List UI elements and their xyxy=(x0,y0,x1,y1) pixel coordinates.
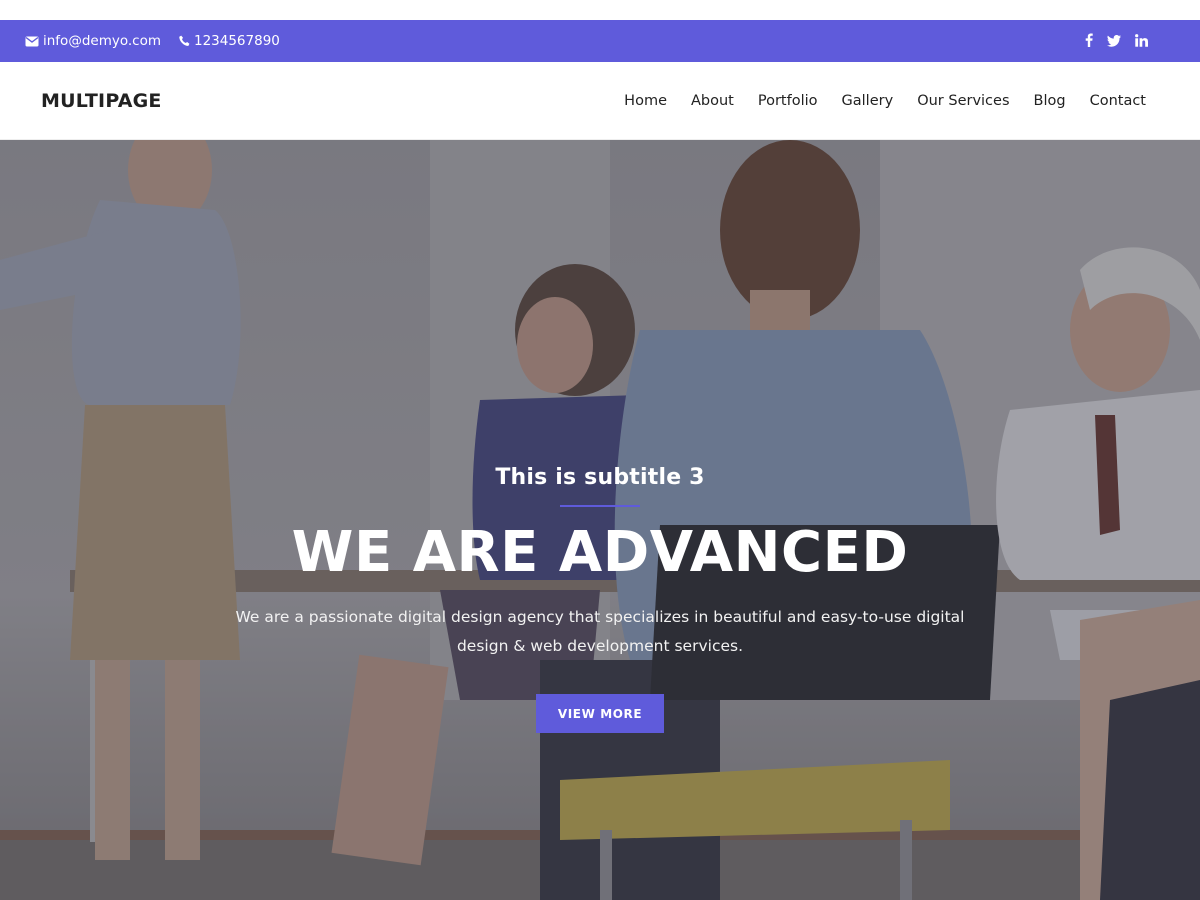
phone-text: 1234567890 xyxy=(193,33,280,49)
phone-link[interactable]: 1234567890 xyxy=(179,33,280,49)
facebook-link[interactable] xyxy=(1085,32,1093,51)
nav-item-about[interactable]: About xyxy=(691,93,734,109)
top-spacer xyxy=(0,0,1200,20)
linkedin-link[interactable] xyxy=(1135,32,1148,51)
nav-item-portfolio[interactable]: Portfolio xyxy=(758,93,818,109)
hero-subtitle: This is subtitle 3 xyxy=(495,465,705,490)
site-logo[interactable]: MULTIPAGE xyxy=(41,90,162,112)
envelope-icon xyxy=(25,36,39,47)
email-link[interactable]: info@demyo.com xyxy=(25,33,161,49)
email-text: info@demyo.com xyxy=(43,33,161,49)
contact-info: info@demyo.com 1234567890 xyxy=(25,33,280,49)
nav-item-gallery[interactable]: Gallery xyxy=(842,93,894,109)
twitter-icon xyxy=(1107,32,1121,51)
linkedin-icon xyxy=(1135,32,1148,51)
hero-divider xyxy=(560,505,640,507)
facebook-icon xyxy=(1085,32,1093,51)
nav-item-our-services[interactable]: Our Services xyxy=(917,93,1009,109)
top-contact-bar: info@demyo.com 1234567890 xyxy=(0,20,1200,62)
social-links xyxy=(1085,32,1148,51)
nav-item-contact[interactable]: Contact xyxy=(1090,93,1146,109)
nav-item-blog[interactable]: Blog xyxy=(1034,93,1066,109)
nav-item-home[interactable]: Home xyxy=(624,93,667,109)
main-navbar: MULTIPAGE Home About Portfolio Gallery O… xyxy=(0,62,1200,140)
hero-title: WE ARE ADVANCED xyxy=(291,520,909,585)
hero-description: We are a passionate digital design agenc… xyxy=(235,608,965,655)
hero-slider: This is subtitle 3 WE ARE ADVANCED We ar… xyxy=(0,140,1200,900)
main-nav: Home About Portfolio Gallery Our Service… xyxy=(624,93,1146,109)
phone-icon xyxy=(179,35,190,47)
hero-content: This is subtitle 3 WE ARE ADVANCED We ar… xyxy=(0,140,1200,900)
twitter-link[interactable] xyxy=(1107,32,1121,51)
view-more-button[interactable]: VIEW MORE xyxy=(536,694,664,733)
